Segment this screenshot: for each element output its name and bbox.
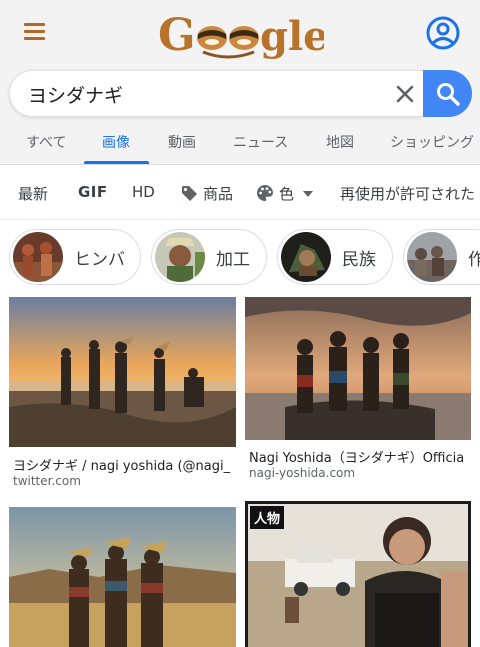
chip-editing[interactable]: 加工: [151, 229, 267, 285]
result-source: twitter.com: [13, 474, 81, 488]
tab-images[interactable]: 画像: [102, 132, 130, 152]
image-result[interactable]: 人物: [245, 501, 472, 647]
search-box: [9, 70, 423, 117]
chip-label: ヒンバ: [74, 250, 125, 270]
image-result[interactable]: Nagi Yoshida（ヨシダナギ）Officia nagi-yoshida.…: [245, 297, 472, 487]
filter-usage-rights[interactable]: 再使用が許可された: [340, 183, 475, 204]
filter-color-label: 色: [279, 185, 295, 203]
filter-hd[interactable]: HD: [132, 183, 155, 201]
result-thumbnail: 人物: [245, 501, 471, 647]
filter-recent[interactable]: 最新: [18, 183, 48, 204]
google-doodle-logo[interactable]: G gle: [158, 4, 329, 64]
tag-icon: [181, 185, 198, 206]
svg-text:G: G: [158, 10, 196, 61]
result-thumbnail: [9, 507, 236, 647]
close-icon[interactable]: [394, 83, 416, 105]
chevron-down-icon: [302, 183, 313, 201]
chip-thumbnail: [281, 232, 331, 282]
chip-himba[interactable]: ヒンバ: [9, 229, 141, 285]
filter-products[interactable]: 商品: [181, 183, 233, 206]
chip-thumbnail: [13, 232, 63, 282]
chip-thumbnail: [155, 232, 205, 282]
chip-label: 民族: [342, 250, 376, 270]
image-result[interactable]: [9, 507, 236, 647]
result-caption: Nagi Yoshida（ヨシダナギ）Officia: [249, 451, 465, 466]
search-icon: [437, 83, 460, 106]
search-input[interactable]: [28, 80, 368, 108]
tab-maps[interactable]: 地図: [326, 132, 354, 152]
account-circle-icon[interactable]: [424, 14, 462, 52]
result-tag: 人物: [250, 506, 285, 529]
tab-shopping[interactable]: ショッピング: [390, 132, 474, 152]
filter-gif[interactable]: GIF: [78, 183, 108, 201]
chip-ethnic[interactable]: 民族: [277, 229, 393, 285]
result-source: nagi-yoshida.com: [249, 466, 356, 480]
search-button[interactable]: [423, 70, 472, 117]
image-result[interactable]: ヨシダナギ / nagi yoshida (@nagi_ twitter.com: [9, 297, 236, 492]
result-caption: ヨシダナギ / nagi yoshida (@nagi_: [13, 459, 231, 474]
tab-news[interactable]: ニュース: [233, 132, 288, 152]
chip-thumbnail: [407, 232, 457, 282]
chip-label: 作: [468, 250, 480, 270]
svg-text:gle: gle: [260, 13, 324, 60]
palette-icon: [256, 184, 274, 206]
result-thumbnail: [245, 297, 471, 440]
filter-products-label: 商品: [203, 185, 234, 203]
filter-divider: [0, 219, 480, 220]
header-divider: [0, 164, 480, 165]
result-thumbnail: [9, 297, 236, 447]
chip-works[interactable]: 作: [403, 229, 480, 285]
tab-all[interactable]: すべて: [26, 132, 66, 152]
filter-color[interactable]: 色: [256, 183, 313, 206]
search-tabs: すべて 画像 動画 ニュース 地図 ショッピング: [0, 128, 480, 165]
tab-videos[interactable]: 動画: [168, 132, 196, 152]
filter-bar: 最新 GIF HD 商品 色 再使用が許可された: [0, 166, 480, 220]
chip-label: 加工: [216, 250, 250, 270]
hamburger-menu-icon[interactable]: [22, 20, 48, 42]
